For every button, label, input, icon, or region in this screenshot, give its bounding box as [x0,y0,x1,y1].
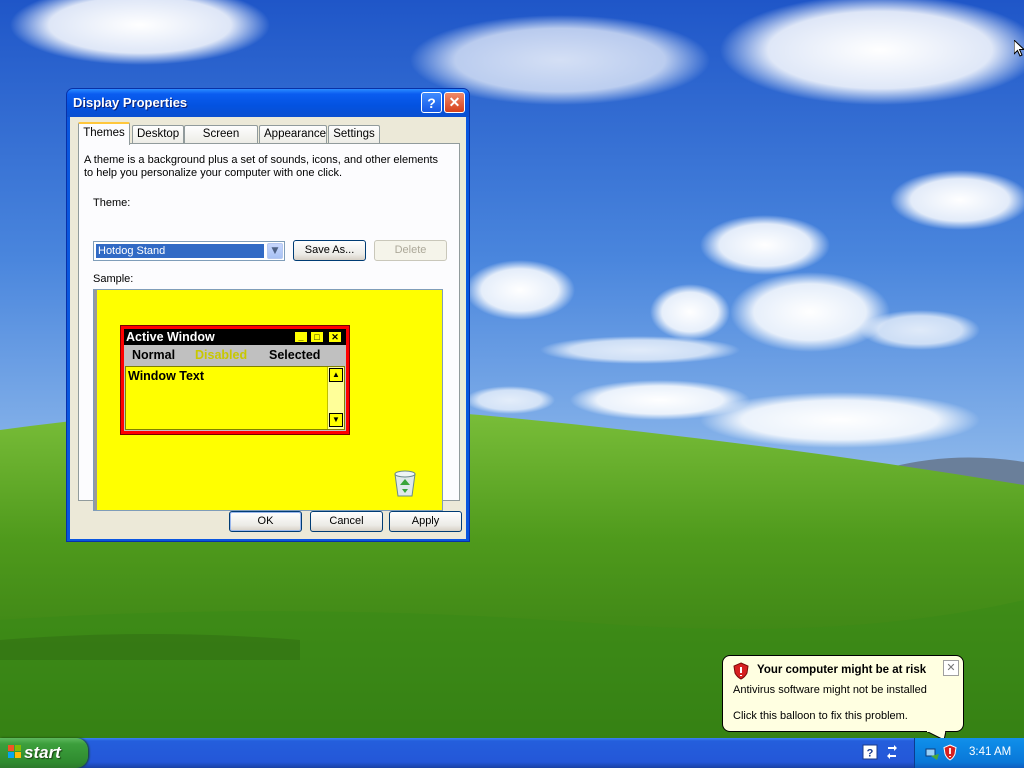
sample-menu-bar: Normal Disabled Selected [124,346,346,364]
scroll-down-icon: ▼ [329,413,343,427]
sample-active-window: Active Window _ □ ✕ Normal Disabled Sele… [120,325,350,435]
sample-menu-selected: Selected [269,348,321,362]
svg-text:?: ? [867,748,874,760]
tab-desktop[interactable]: Desktop [132,125,184,144]
sample-window-body: Window Text ▲ ▼ [125,366,345,430]
sample-scrollbar: ▲ ▼ [327,367,344,429]
balloon-close-button[interactable]: ✕ [943,660,959,676]
theme-sample-preview: Active Window _ □ ✕ Normal Disabled Sele… [93,289,443,511]
scroll-up-icon: ▲ [329,368,343,382]
security-center-icon[interactable] [943,744,957,761]
sample-menu-disabled: Disabled [195,348,248,362]
balloon-message: Antivirus software might not be installe… [733,684,927,696]
help-button[interactable]: ? [421,92,442,113]
security-shield-icon [733,662,749,680]
sample-label: Sample: [93,273,134,285]
sample-title-text: Active Window [126,330,215,344]
minimize-icon: _ [294,331,308,343]
maximize-icon: □ [310,331,324,343]
apply-button[interactable]: Apply [389,511,462,532]
cancel-button[interactable]: Cancel [310,511,383,532]
recycle-bin-icon [394,470,416,497]
close-icon: ✕ [448,94,461,110]
clock[interactable]: 3:41 AM [969,746,1011,758]
close-button[interactable]: ✕ [444,92,465,113]
network-icon[interactable] [886,744,898,762]
window-title: Display Properties [73,95,188,110]
start-label: start [24,743,61,762]
system-tray: 3:41 AM [914,738,1024,768]
theme-label: Theme: [93,197,131,209]
delete-button[interactable]: Delete [374,240,447,261]
theme-dropdown[interactable]: Hotdog Stand ▼ [93,241,285,261]
balloon-action-text[interactable]: Click this balloon to fix this problem. [733,710,908,722]
balloon-title: Your computer might be at risk [757,664,927,676]
sample-window-text: Window Text [128,369,205,383]
mouse-cursor-icon [1014,40,1024,57]
theme-description: A theme is a background plus a set of so… [84,154,439,179]
save-as-button[interactable]: Save As... [293,240,366,261]
tab-settings[interactable]: Settings [328,125,380,144]
display-properties-window: Display Properties ? ✕ Themes Desktop Sc… [66,88,470,542]
help-icon: ? [427,94,436,111]
dialog-body: Themes Desktop Screen Saver Appearance S… [70,117,466,539]
start-button[interactable]: start [0,738,88,768]
title-bar[interactable]: Display Properties ? ✕ [67,89,469,117]
sample-close-icon: ✕ [328,331,342,343]
network-connection-icon[interactable] [925,745,941,761]
sample-menu-normal: Normal [132,348,176,362]
tab-screen-saver[interactable]: Screen Saver [184,125,258,157]
help-center-icon[interactable]: ? [862,744,878,760]
theme-dropdown-value: Hotdog Stand [96,244,264,258]
sample-window-title: Active Window _ □ ✕ [124,329,346,345]
windows-flag-icon [8,745,21,758]
tab-themes[interactable]: Themes [78,122,130,145]
tab-appearance[interactable]: Appearance [259,125,327,144]
ok-button[interactable]: OK [229,511,302,532]
chevron-down-icon[interactable]: ▼ [267,243,283,259]
security-balloon[interactable]: Your computer might be at risk ✕ Antivir… [722,655,964,732]
taskbar: start ? 3:41 AM [0,738,1024,768]
